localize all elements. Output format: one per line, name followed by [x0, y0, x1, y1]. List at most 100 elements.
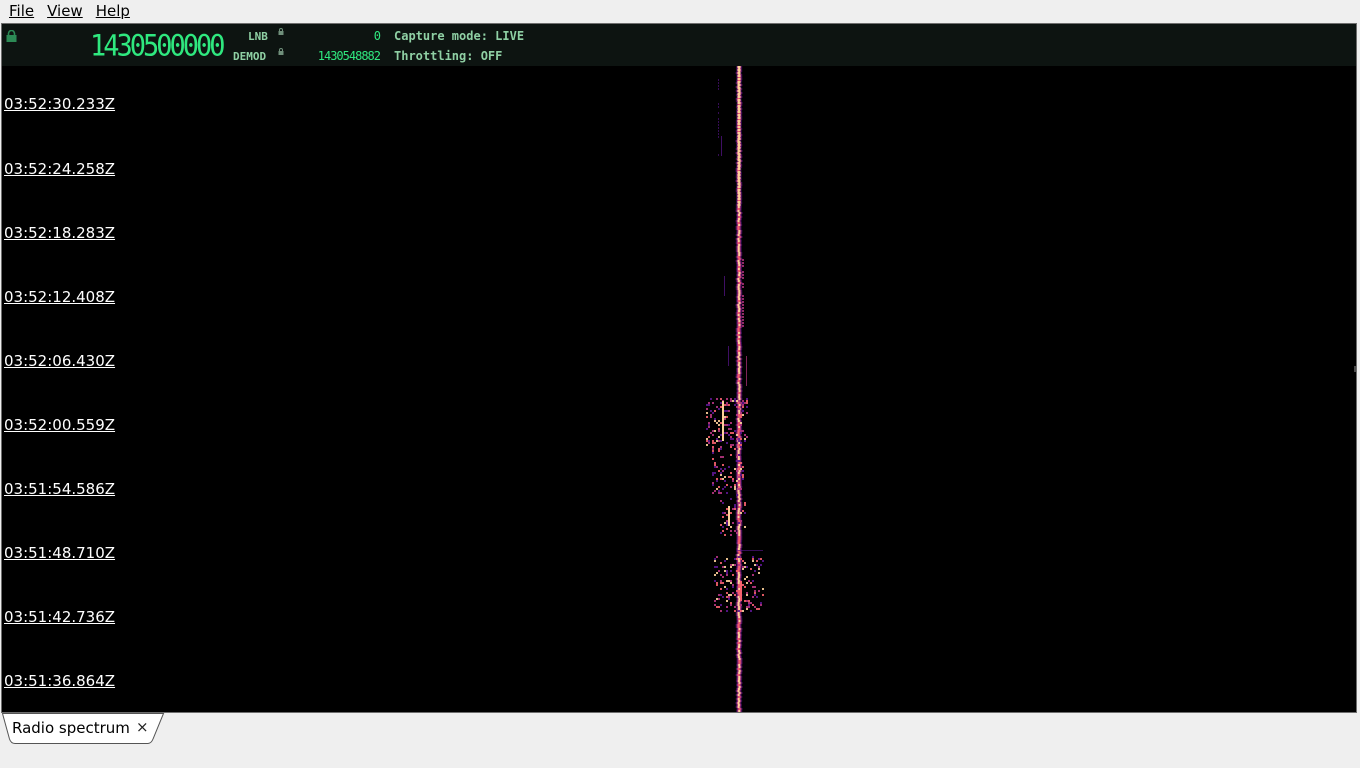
signal-pixel [706, 428, 708, 430]
signal-pixel [737, 222, 740, 224]
signal-pixel [738, 666, 741, 668]
signal-pixel [732, 480, 734, 482]
signal-pixel [730, 526, 732, 528]
signal-pixel [714, 418, 716, 420]
signal-pixel [740, 468, 742, 470]
signal-pixel [736, 558, 738, 560]
signal-pixel [734, 504, 736, 506]
signal-pixel [742, 510, 744, 512]
signal-pixel [721, 138, 722, 140]
tab-bar: Radio spectrum × [0, 713, 1360, 768]
signal-pixel [726, 572, 728, 574]
signal-pixel [738, 394, 741, 396]
signal-pixel [722, 425, 724, 427]
menu-help[interactable]: Help [92, 0, 134, 22]
signal-pixel [740, 512, 742, 514]
signal-pixel [737, 242, 740, 244]
signal-pixel [760, 604, 762, 606]
signal-pixel [742, 301, 744, 303]
signal-pixel [758, 608, 760, 610]
signal-pixel [738, 404, 741, 406]
signal-pixel [752, 596, 754, 598]
signal-pixel [737, 210, 740, 212]
signal-pixel [734, 594, 736, 596]
lnb-value[interactable]: 0 [374, 29, 381, 43]
signal-pixel [740, 416, 742, 418]
menu-view-label: View [47, 2, 83, 20]
signal-pixel [737, 195, 741, 197]
signal-pixel [714, 410, 716, 412]
signal-pixel [730, 398, 732, 400]
signal-pixel [710, 410, 712, 412]
signal-pixel [728, 514, 730, 516]
signal-pixel [738, 366, 741, 368]
menu-view[interactable]: View [43, 0, 87, 22]
signal-pixel [740, 424, 742, 426]
signal-pixel [728, 424, 730, 426]
signal-pixel [738, 708, 741, 710]
signal-pixel [738, 274, 741, 276]
capture-mode-status: Capture mode: LIVE [394, 29, 525, 43]
waterfall-display[interactable]: 03:52:30.233Z 03:52:24.258Z 03:52:18.283… [2, 66, 1356, 712]
signal-pixel [736, 532, 738, 534]
lnb-lock-icon[interactable] [278, 28, 284, 35]
signal-pixel [737, 156, 741, 158]
signal-pixel [744, 502, 746, 504]
signal-pixel [716, 478, 718, 480]
signal-pixel [738, 608, 741, 610]
signal-pixel [730, 564, 732, 566]
signal-pixel [737, 456, 740, 458]
signal-pixel [742, 298, 744, 300]
signal-pixel [737, 177, 741, 179]
signal-pixel [746, 594, 748, 596]
menu-file[interactable]: File [5, 0, 38, 22]
close-icon[interactable]: × [136, 719, 149, 736]
signal-pixel [726, 404, 728, 406]
signal-pixel [737, 198, 741, 200]
signal-pixel [710, 414, 712, 416]
signal-pixel [720, 472, 722, 474]
signal-pixel [712, 492, 714, 494]
signal-pixel [737, 596, 740, 598]
signal-pixel [738, 346, 741, 348]
signal-pixel [738, 502, 740, 504]
signal-pixel [742, 404, 744, 406]
signal-pixel [737, 674, 740, 676]
signal-pixel [738, 562, 740, 564]
signal-pixel [738, 252, 741, 254]
signal-pixel [724, 282, 725, 284]
signal-pixel [756, 596, 758, 598]
main-frequency-display[interactable]: 1430500000 [90, 32, 228, 61]
signal-pixel [738, 588, 741, 590]
resize-handle[interactable] [1354, 366, 1356, 372]
signal-pixel [752, 556, 754, 558]
signal-pixel [737, 93, 741, 95]
signal-pixel [716, 438, 718, 440]
signal-pixel [722, 437, 724, 439]
signal-pixel [728, 434, 730, 436]
demod-label: DEMOD [233, 50, 267, 63]
signal-pixel [718, 82, 719, 84]
signal-pixel [737, 580, 740, 582]
signal-pixel [716, 488, 718, 490]
signal-pixel [726, 592, 728, 594]
signal-pixel [714, 580, 716, 582]
signal-pixel [738, 230, 741, 232]
signal-pixel [712, 472, 714, 474]
signal-pixel [734, 530, 736, 532]
signal-pixel [728, 596, 730, 598]
signal-pixel [737, 318, 740, 320]
signal-pixel [746, 582, 748, 584]
signal-pixel [738, 664, 741, 666]
signal-pixel [734, 448, 736, 450]
lock-icon[interactable] [6, 30, 17, 42]
signal-pixel [732, 400, 734, 402]
tab-radio-spectrum[interactable]: Radio spectrum × [2, 713, 165, 744]
demod-value[interactable]: 1430548882 [318, 49, 381, 63]
signal-pixel [737, 602, 740, 604]
signal-pixel [718, 606, 720, 608]
signal-pixel [738, 428, 741, 430]
signal-pixel [732, 584, 734, 586]
signal-pixel [726, 442, 728, 444]
demod-lock-icon[interactable] [278, 48, 284, 55]
